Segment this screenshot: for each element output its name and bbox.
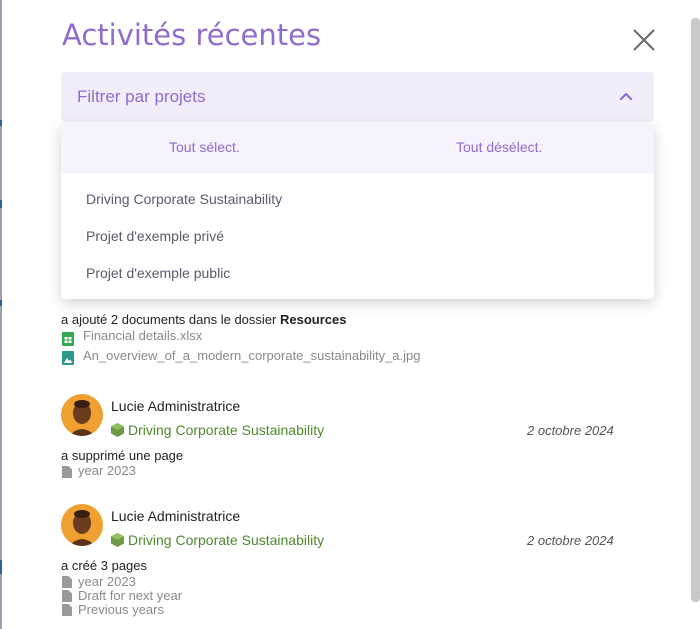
edge-mark [0,300,2,306]
page-link[interactable]: year 2023 [78,574,136,589]
project-filter-select[interactable]: Filtrer par projets [61,72,654,122]
scrollbar[interactable] [691,18,700,602]
spreadsheet-icon [62,332,74,346]
image-file-icon [62,351,74,365]
filter-label: Filtrer par projets [77,87,206,106]
page-link[interactable]: year 2023 [78,463,136,478]
document-icon [62,466,72,478]
activity-date: 2 octobre 2024 [527,423,614,438]
activity-date: 2 octobre 2024 [527,533,614,548]
avatar [61,504,103,546]
page-title: Activités récentes [62,18,322,52]
project-link[interactable]: Driving Corporate Sustainability [128,532,324,548]
project-icon [111,533,124,547]
page-link[interactable]: Previous years [78,602,164,617]
activity-action: a créé 3 pages [61,558,148,573]
filter-option[interactable]: Projet d'exemple public [86,265,230,281]
edge-mark [0,560,2,574]
page-link[interactable]: Draft for next year [78,588,182,603]
select-all-button[interactable]: Tout sélect. [169,139,240,155]
document-icon [62,604,72,616]
close-button[interactable] [628,24,658,54]
project-icon [111,423,124,437]
chevron-up-icon [619,92,633,101]
window-edge [0,0,2,629]
avatar [61,394,103,436]
user-name: Lucie Administratrice [111,508,241,524]
edge-mark [0,200,2,208]
project-filter-dropdown: Tout sélect. Tout désélect. Driving Corp… [61,124,654,299]
dropdown-header: Tout sélect. Tout désélect. [61,124,654,173]
document-icon [62,576,72,588]
file-link[interactable]: An_overview_of_a_modern_corporate_sustai… [83,348,421,363]
user-name: Lucie Administratrice [111,398,241,414]
activity-action: a ajouté 2 documents dans le dossier Res… [61,312,347,327]
deselect-all-button[interactable]: Tout désélect. [456,139,542,155]
project-link[interactable]: Driving Corporate Sustainability [128,422,324,438]
edge-mark [0,120,2,126]
document-icon [62,590,72,602]
activity-action: a supprimé une page [61,448,184,463]
folder-name: Resources [279,312,347,327]
filter-option[interactable]: Driving Corporate Sustainability [86,191,282,207]
filter-option[interactable]: Projet d'exemple privé [86,228,224,244]
file-link[interactable]: Financial details.xlsx [83,328,202,343]
close-icon [633,29,655,51]
